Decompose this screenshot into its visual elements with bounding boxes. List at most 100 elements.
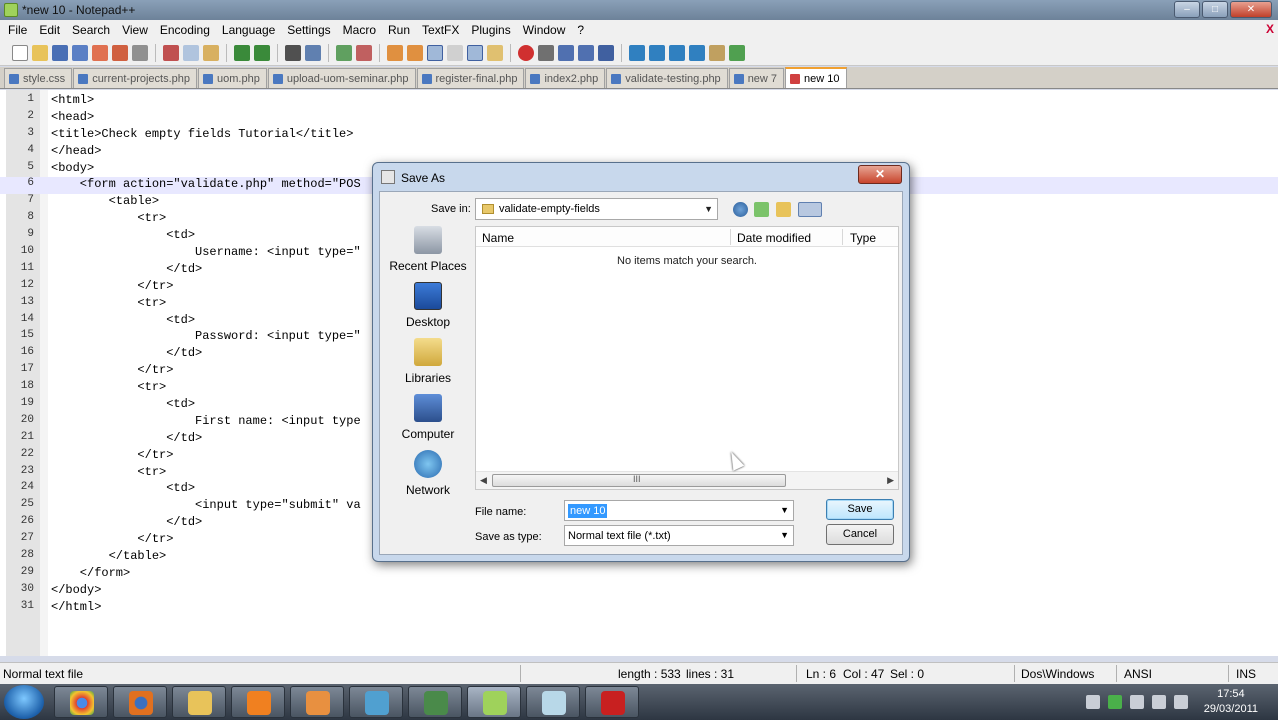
sync-vertical-icon[interactable] <box>387 44 403 61</box>
up-folder-icon[interactable] <box>754 202 769 217</box>
taskbar-vlc[interactable] <box>231 686 285 718</box>
code-line[interactable]: 30 </body> <box>0 583 1278 600</box>
find-icon[interactable] <box>285 44 301 61</box>
save-in-dropdown[interactable]: validate-empty-fields ▼ <box>475 198 718 220</box>
file-list[interactable]: Name Date modified Type No items match y… <box>475 226 899 490</box>
run-macro-multiple-icon[interactable] <box>578 44 594 61</box>
record-macro-icon[interactable] <box>518 44 534 61</box>
taskbar-device[interactable] <box>408 686 462 718</box>
cut-icon[interactable] <box>163 44 179 61</box>
column-divider[interactable] <box>730 229 731 245</box>
word-wrap-icon[interactable] <box>427 44 443 61</box>
place-recent[interactable]: Recent Places <box>386 226 470 282</box>
menu-settings[interactable]: Settings <box>281 23 336 37</box>
code-line[interactable]: 2 <head> <box>0 110 1278 127</box>
play-macro-icon[interactable] <box>558 44 574 61</box>
sync-horizontal-icon[interactable] <box>407 44 423 61</box>
tray-monitor-icon[interactable] <box>1130 695 1144 709</box>
paste-icon[interactable] <box>203 44 219 61</box>
new-folder-icon[interactable] <box>776 202 791 217</box>
code-line[interactable]: 3 <title>Check empty fields Tutorial</tit… <box>0 127 1278 144</box>
code-line[interactable]: 29 </form> <box>0 566 1278 583</box>
tab-register-final[interactable]: register-final.php <box>416 68 525 88</box>
taskbar-firefox[interactable] <box>113 686 167 718</box>
tab-current-projects[interactable]: current-projects.php <box>73 68 198 88</box>
menu-search[interactable]: Search <box>66 23 116 37</box>
place-libraries[interactable]: Libraries <box>386 338 470 394</box>
spell-check-icon[interactable] <box>729 44 745 61</box>
code-line[interactable]: 31 </html> <box>0 600 1278 617</box>
dialog-close-button[interactable]: ✕ <box>858 165 902 184</box>
close-document-icon[interactable]: X <box>1266 22 1274 36</box>
tab-validate-testing[interactable]: validate-testing.php <box>606 68 728 88</box>
open-file-icon[interactable] <box>32 44 48 61</box>
user-lang-icon[interactable] <box>487 44 503 61</box>
scroll-left-icon[interactable]: ◀ <box>480 475 487 486</box>
tab-new-7[interactable]: new 7 <box>728 68 785 88</box>
taskbar-messenger[interactable] <box>349 686 403 718</box>
arrow-down-icon[interactable] <box>669 44 685 61</box>
save-icon[interactable] <box>52 44 68 61</box>
copy-icon[interactable] <box>183 44 199 61</box>
arrow-up-icon[interactable] <box>649 44 665 61</box>
save-all-icon[interactable] <box>72 44 88 61</box>
chevron-down-icon[interactable]: ▼ <box>780 505 789 515</box>
code-line[interactable]: 1 <html> <box>0 93 1278 110</box>
undo-icon[interactable] <box>234 44 250 61</box>
taskbar-filezilla[interactable] <box>585 686 639 718</box>
zoom-out-icon[interactable] <box>356 44 372 61</box>
code-line[interactable]: 4 </head> <box>0 144 1278 161</box>
tab-uom[interactable]: uom.php <box>198 68 267 88</box>
horizontal-scrollbar[interactable]: ◀ III ▶ <box>476 471 898 489</box>
tray-volume-icon[interactable] <box>1174 695 1188 709</box>
back-icon[interactable] <box>733 202 748 217</box>
maximize-button[interactable]: □ <box>1202 1 1228 18</box>
replace-icon[interactable] <box>305 44 321 61</box>
menu-window[interactable]: Window <box>517 23 572 37</box>
taskbar-notepad-plus-plus[interactable] <box>467 686 521 718</box>
column-type[interactable]: Type <box>850 231 876 245</box>
menu-help[interactable]: ? <box>571 23 590 37</box>
taskbar-explorer[interactable] <box>172 686 226 718</box>
menu-edit[interactable]: Edit <box>33 23 66 37</box>
file-name-field[interactable]: new 10 ▼ <box>564 500 794 521</box>
tab-upload-uom-seminar[interactable]: upload-uom-seminar.php <box>267 68 416 88</box>
menu-macro[interactable]: Macro <box>337 23 382 37</box>
start-button[interactable] <box>4 685 44 719</box>
column-date-modified[interactable]: Date modified <box>737 231 811 245</box>
taskbar-notepad[interactable] <box>526 686 580 718</box>
menu-encoding[interactable]: Encoding <box>154 23 216 37</box>
view-menu-icon[interactable] <box>798 202 822 217</box>
column-divider[interactable] <box>842 229 843 245</box>
stop-macro-icon[interactable] <box>538 44 554 61</box>
zoom-in-icon[interactable] <box>336 44 352 61</box>
taskbar-media[interactable] <box>290 686 344 718</box>
close-all-icon[interactable] <box>112 44 128 61</box>
mail-icon[interactable] <box>709 44 725 61</box>
print-icon[interactable] <box>132 44 148 61</box>
save-button[interactable]: Save <box>826 499 894 520</box>
redo-icon[interactable] <box>254 44 270 61</box>
tab-new-10[interactable]: new 10 <box>785 67 847 88</box>
cancel-button[interactable]: Cancel <box>826 524 894 545</box>
plugin-icon[interactable] <box>629 44 645 61</box>
menu-file[interactable]: File <box>2 23 33 37</box>
place-network[interactable]: Network <box>386 450 470 506</box>
minimize-button[interactable]: – <box>1174 1 1200 18</box>
compare-icon[interactable] <box>689 44 705 61</box>
place-computer[interactable]: Computer <box>386 394 470 450</box>
menu-language[interactable]: Language <box>216 23 281 37</box>
menu-run[interactable]: Run <box>382 23 416 37</box>
place-desktop[interactable]: Desktop <box>386 282 470 338</box>
indent-guide-icon[interactable] <box>467 44 483 61</box>
tab-index2[interactable]: index2.php <box>525 68 606 88</box>
tray-up-icon[interactable] <box>1086 695 1100 709</box>
menu-view[interactable]: View <box>116 23 154 37</box>
show-all-chars-icon[interactable] <box>447 44 463 61</box>
close-button[interactable]: ✕ <box>1230 1 1272 18</box>
tray-network-icon[interactable] <box>1152 695 1166 709</box>
menu-plugins[interactable]: Plugins <box>465 23 516 37</box>
save-macro-icon[interactable] <box>598 44 614 61</box>
tab-style-css[interactable]: style.css <box>4 68 73 88</box>
close-file-icon[interactable] <box>92 44 108 61</box>
